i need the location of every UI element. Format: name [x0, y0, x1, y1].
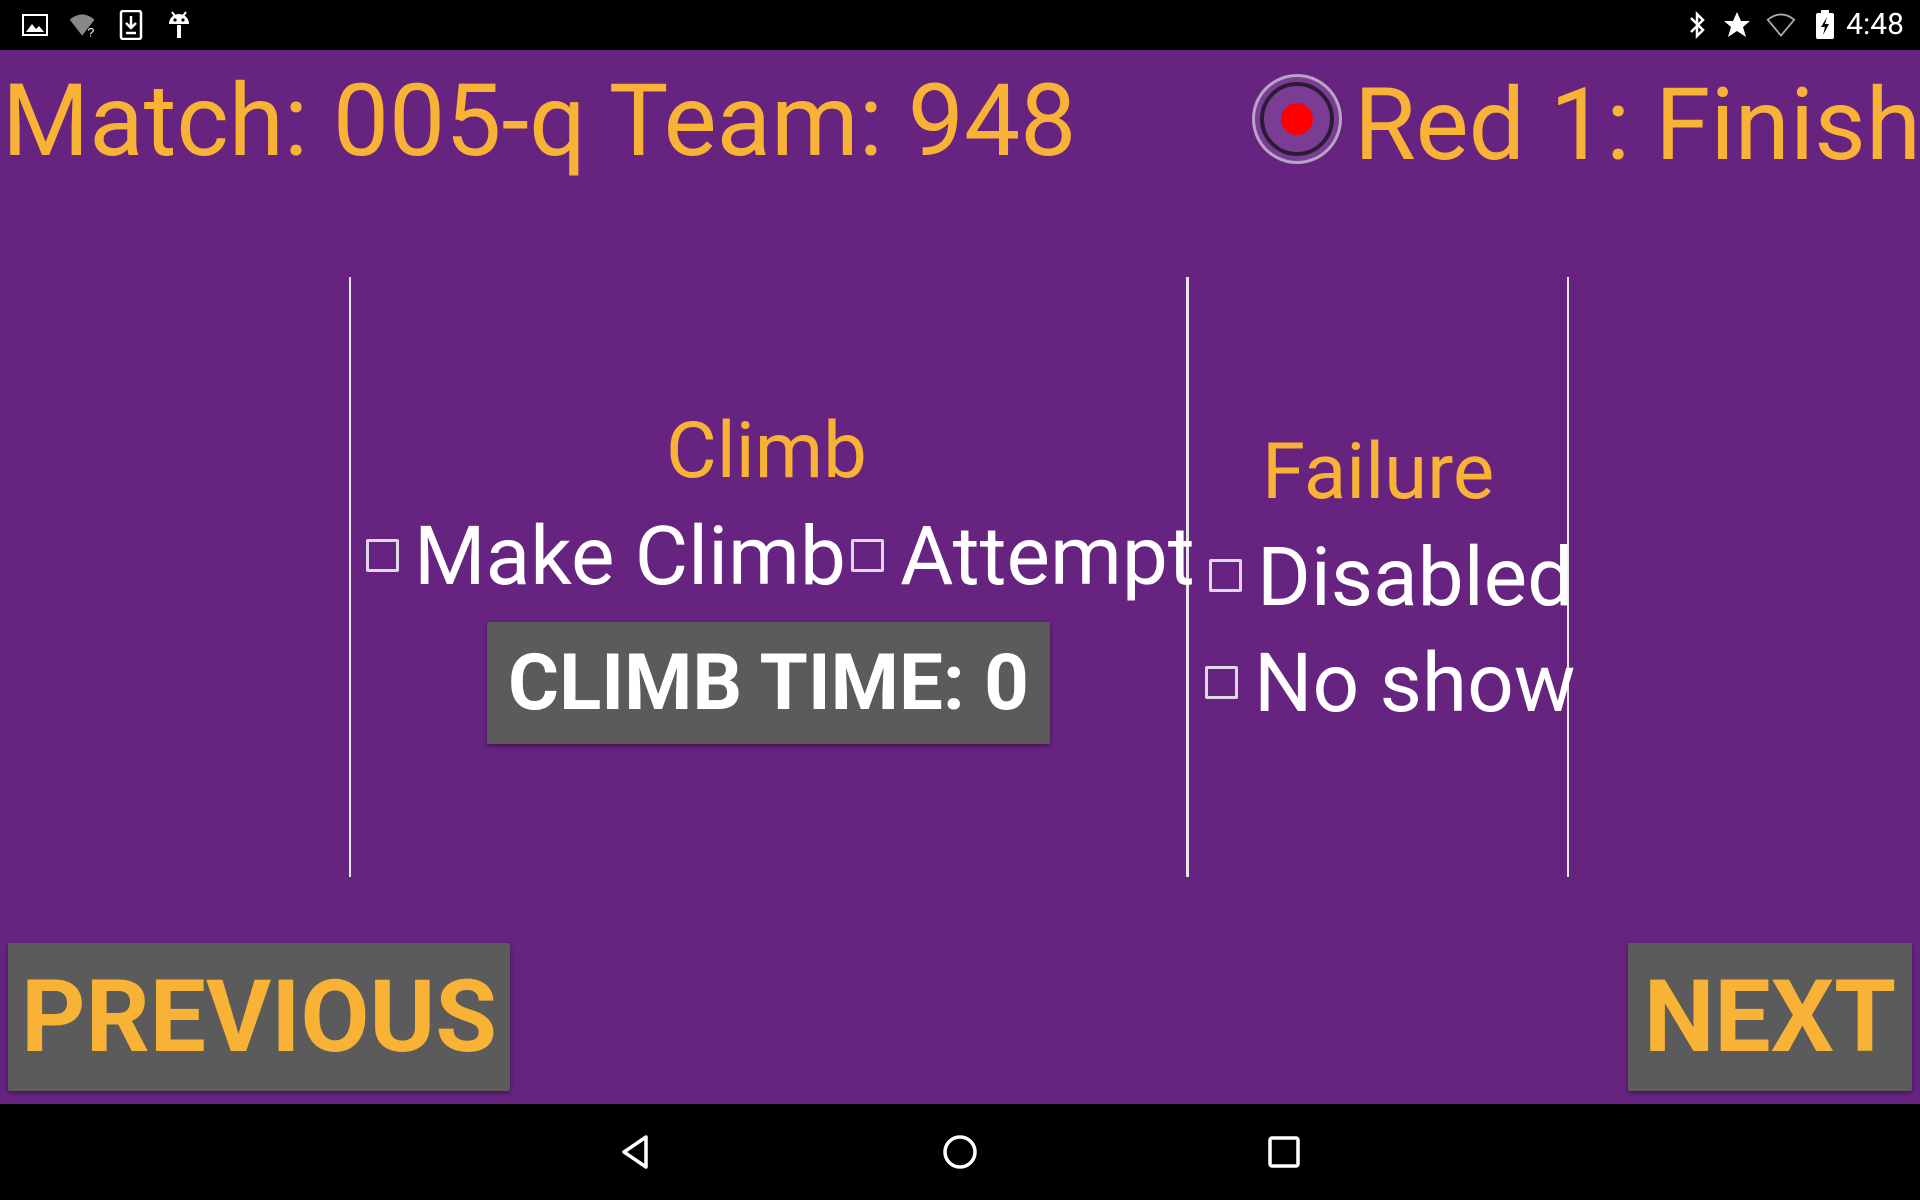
- bluetooth-icon: [1682, 10, 1712, 40]
- wifi-icon: [1766, 10, 1796, 40]
- disabled-label[interactable]: Disabled: [1257, 537, 1573, 619]
- position-status: Red 1: Finish: [1354, 67, 1920, 184]
- make-climb-label[interactable]: Make Climb: [414, 516, 846, 598]
- climb-time-button[interactable]: CLIMB TIME: 0: [487, 622, 1050, 744]
- record-dot-icon: [1281, 103, 1313, 135]
- recents-icon[interactable]: [1258, 1126, 1310, 1178]
- make-climb-checkbox[interactable]: [366, 539, 399, 572]
- recording-ring: [1260, 82, 1334, 156]
- wifi-unknown-icon: ?: [68, 10, 98, 40]
- android-debug-icon: [164, 10, 194, 40]
- attempt-label[interactable]: Attempt: [900, 516, 1195, 598]
- no-show-label[interactable]: No show: [1254, 643, 1575, 725]
- clock: 4:48: [1846, 7, 1904, 42]
- match-team-title: Match: 005-q Team: 948: [2, 63, 1077, 180]
- download-icon: [116, 10, 146, 40]
- climb-title: Climb: [666, 406, 867, 497]
- system-nav-bar: [0, 1104, 1920, 1200]
- disabled-checkbox[interactable]: [1209, 559, 1242, 592]
- image-icon: [20, 10, 50, 40]
- home-icon[interactable]: [934, 1126, 986, 1178]
- previous-button[interactable]: PREVIOUS: [8, 943, 510, 1091]
- recording-indicator[interactable]: [1252, 74, 1342, 164]
- svg-text:?: ?: [87, 25, 94, 39]
- status-bar: ? 4:48: [0, 0, 1920, 50]
- failure-title: Failure: [1262, 427, 1495, 518]
- divider-left: [349, 277, 351, 877]
- battery-charging-icon: [1810, 10, 1840, 40]
- next-button[interactable]: NEXT: [1628, 943, 1912, 1091]
- attempt-checkbox[interactable]: [851, 539, 884, 572]
- no-show-checkbox[interactable]: [1205, 666, 1238, 699]
- back-icon[interactable]: [610, 1126, 662, 1178]
- star-icon: [1722, 10, 1752, 40]
